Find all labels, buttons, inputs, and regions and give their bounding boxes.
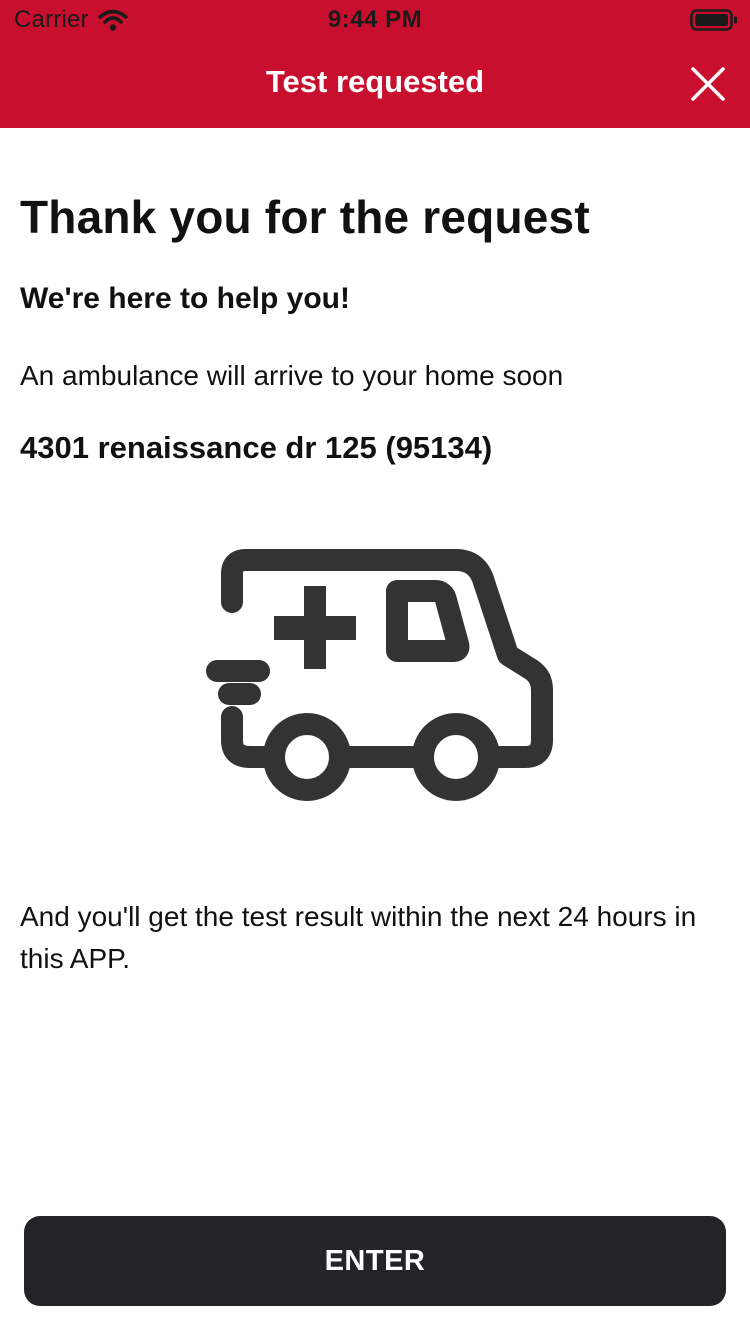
ambulance-icon bbox=[206, 549, 553, 801]
page-title: Test requested bbox=[265, 64, 485, 99]
battery-icon bbox=[690, 9, 737, 31]
thank-you-heading: Thank you for the request bbox=[20, 191, 590, 243]
enter-button[interactable]: ENTER bbox=[24, 1216, 726, 1306]
ambulance-info-text: An ambulance will arrive to your home so… bbox=[20, 360, 564, 391]
home-address: 4301 renaissance dr 125 (95134) bbox=[20, 430, 493, 465]
close-button[interactable] bbox=[686, 62, 730, 106]
help-subheading: We're here to help you! bbox=[20, 282, 350, 315]
status-time: 9:44 PM bbox=[327, 6, 423, 33]
close-icon bbox=[691, 67, 725, 101]
status-bar: Carrier 9:44 PM bbox=[0, 0, 750, 40]
test-result-message: And you'll get the test result within th… bbox=[20, 901, 697, 974]
app-header: Carrier 9:44 PM Test requested bbox=[0, 0, 750, 128]
